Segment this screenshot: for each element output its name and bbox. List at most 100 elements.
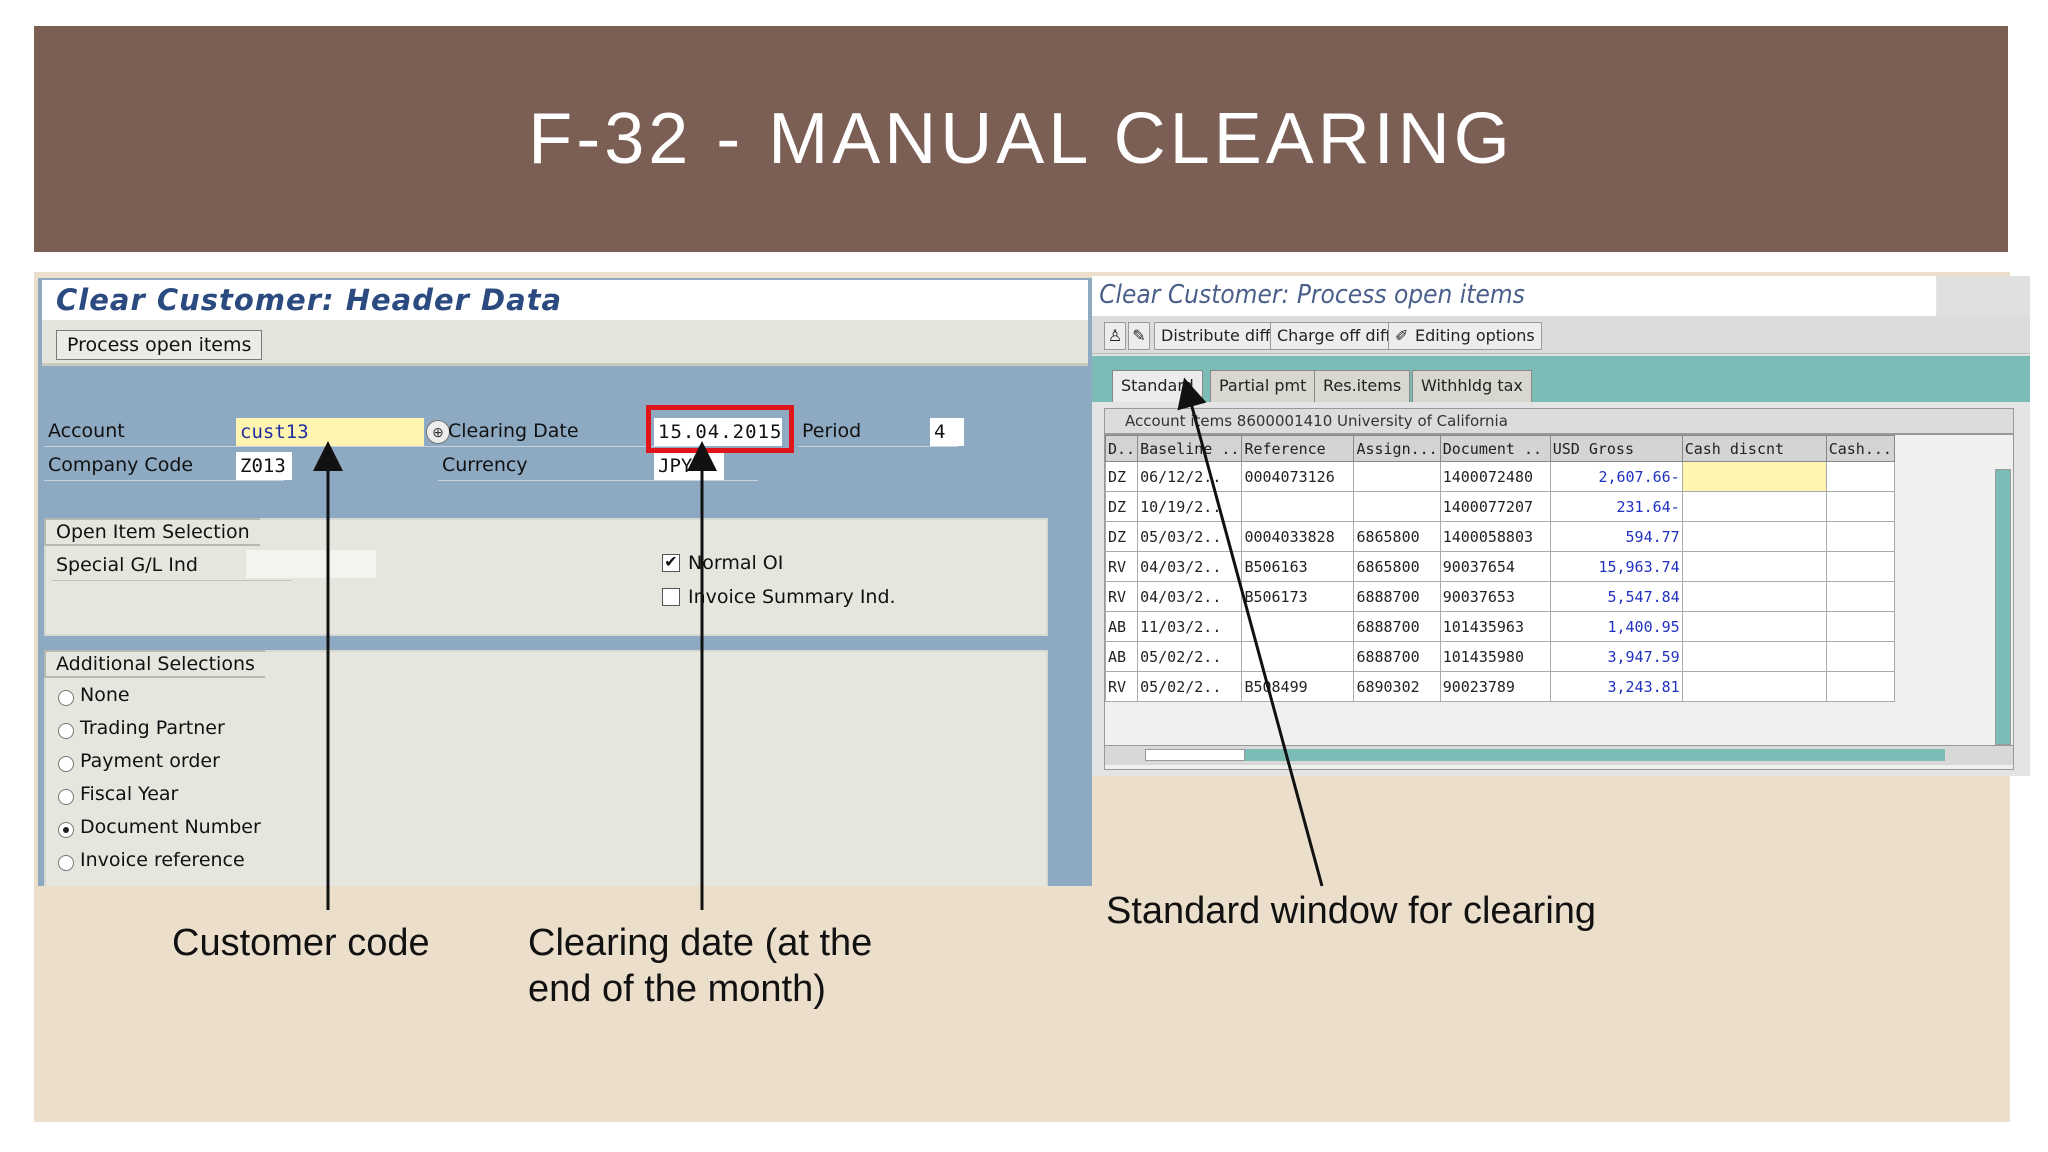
currency-field[interactable]: JPY	[654, 452, 724, 480]
table-cell[interactable]: RV	[1104, 671, 1139, 702]
table-cell[interactable]	[1681, 581, 1827, 612]
table-cell[interactable]: 05/02/2..	[1137, 671, 1243, 702]
col-header[interactable]: Reference	[1241, 435, 1355, 462]
table-cell[interactable]: 3,243.81	[1549, 671, 1683, 702]
tab-res-items[interactable]: Res.items	[1314, 370, 1411, 402]
table-cell[interactable]	[1241, 641, 1355, 672]
edit-document-icon[interactable]: ✎	[1128, 322, 1150, 350]
table-cell[interactable]	[1681, 551, 1827, 582]
radio-trading-partner[interactable]	[58, 723, 74, 739]
account-field[interactable]: cust13	[236, 418, 424, 446]
table-cell[interactable]	[1825, 551, 1895, 582]
table-cell[interactable]: 1400077207	[1439, 491, 1551, 522]
table-cell[interactable]: 6888700	[1353, 641, 1441, 672]
table-cell[interactable]	[1681, 521, 1827, 552]
company-code-field[interactable]: Z013	[236, 452, 292, 480]
table-cell[interactable]	[1681, 641, 1827, 672]
table-cell[interactable]: 1400072480	[1439, 461, 1551, 492]
table-cell[interactable]: 90037654	[1439, 551, 1551, 582]
table-row[interactable]: RV 05/02/2.. B508499 6890302 90023789 3,243.8…	[1104, 671, 1895, 702]
tab-partial-pmt[interactable]: Partial pmt	[1210, 370, 1316, 402]
col-header[interactable]: Cash discnt	[1681, 435, 1827, 462]
table-cell[interactable]	[1825, 461, 1895, 492]
table-row[interactable]: RV 04/03/2.. B506173 6888700 90037653 5,547.8…	[1104, 581, 1895, 612]
table-cell[interactable]	[1241, 611, 1355, 642]
table-cell[interactable]: 231.64-	[1549, 491, 1683, 522]
table-cell[interactable]	[1681, 491, 1827, 522]
radio-document-number[interactable]	[58, 822, 74, 838]
table-cell[interactable]: AB	[1104, 611, 1139, 642]
radio-fiscal-year[interactable]	[58, 789, 74, 805]
table-cell[interactable]: 6865800	[1353, 521, 1441, 552]
table-cell[interactable]	[1681, 611, 1827, 642]
col-header[interactable]: Assign...	[1353, 435, 1441, 462]
table-cell[interactable]: 11/03/2..	[1137, 611, 1243, 642]
table-cell[interactable]: 6890302	[1353, 671, 1441, 702]
process-open-items-button[interactable]: Process open items	[56, 330, 263, 360]
table-cell[interactable]: RV	[1104, 581, 1139, 612]
invoice-summary-checkbox[interactable]	[662, 588, 680, 606]
table-cell[interactable]: 90023789	[1439, 671, 1551, 702]
table-cell[interactable]: 6888700	[1353, 581, 1441, 612]
tab-withhldg-tax[interactable]: Withhldg tax	[1412, 370, 1532, 402]
table-cell[interactable]: 2,607.66-	[1549, 461, 1683, 492]
table-cell[interactable]: 06/12/2..	[1137, 461, 1243, 492]
table-row[interactable]: RV 04/03/2.. B506163 6865800 90037654 15,963.…	[1104, 551, 1895, 582]
col-header[interactable]: Baseline ..	[1137, 435, 1243, 462]
table-cell[interactable]	[1825, 581, 1895, 612]
table-cell[interactable]: 10/19/2..	[1137, 491, 1243, 522]
distribute-diff-button[interactable]: Distribute diff.	[1154, 322, 1283, 350]
table-row[interactable]: DZ 10/19/2.. 1400077207 231.64-	[1104, 491, 1895, 522]
table-cell[interactable]: AB	[1104, 641, 1139, 672]
table-cell[interactable]	[1825, 671, 1895, 702]
person-icon[interactable]: ♙	[1104, 322, 1126, 350]
table-cell[interactable]	[1353, 461, 1441, 492]
table-cell[interactable]: 04/03/2..	[1137, 551, 1243, 582]
matchcode-icon[interactable]: ⊕	[426, 420, 450, 444]
table-cell[interactable]	[1825, 491, 1895, 522]
radio-payment-order[interactable]	[58, 756, 74, 772]
table-cell[interactable]	[1825, 521, 1895, 552]
table-cell[interactable]: 101435963	[1439, 611, 1551, 642]
table-cell[interactable]	[1353, 491, 1441, 522]
table-cell[interactable]: 05/03/2..	[1137, 521, 1243, 552]
table-cell[interactable]	[1825, 611, 1895, 642]
table-cell[interactable]	[1681, 461, 1827, 492]
table-cell[interactable]: 0004073126	[1241, 461, 1355, 492]
table-cell[interactable]: DZ	[1104, 521, 1139, 552]
table-cell[interactable]: 90037653	[1439, 581, 1551, 612]
table-cell[interactable]: 5,547.84	[1549, 581, 1683, 612]
table-cell[interactable]: 04/03/2..	[1137, 581, 1243, 612]
radio-invoice-reference[interactable]	[58, 855, 74, 871]
table-cell[interactable]: B506173	[1241, 581, 1355, 612]
table-row[interactable]: AB 11/03/2.. 6888700 101435963 1,400.95	[1104, 611, 1895, 642]
table-cell[interactable]: RV	[1104, 551, 1139, 582]
vertical-scrollbar[interactable]	[1995, 469, 2011, 745]
scroll-thumb[interactable]	[1145, 749, 1245, 761]
table-cell[interactable]	[1825, 641, 1895, 672]
table-cell[interactable]	[1681, 671, 1827, 702]
table-cell[interactable]: 594.77	[1549, 521, 1683, 552]
charge-off-diff-button[interactable]: Charge off diff.	[1270, 322, 1404, 350]
table-cell[interactable]: DZ	[1104, 461, 1139, 492]
table-cell[interactable]: 6888700	[1353, 611, 1441, 642]
table-cell[interactable]: 15,963.74	[1549, 551, 1683, 582]
table-cell[interactable]: 3,947.59	[1549, 641, 1683, 672]
col-header[interactable]: D..	[1104, 435, 1139, 462]
table-cell[interactable]: B508499	[1241, 671, 1355, 702]
normal-oi-checkbox[interactable]: ✔	[662, 554, 680, 572]
editing-options-button[interactable]: ✐ Editing options	[1388, 322, 1542, 350]
table-cell[interactable]	[1241, 491, 1355, 522]
table-row[interactable]: DZ 05/03/2.. 0004033828 6865800 1400058803 59…	[1104, 521, 1895, 552]
col-header[interactable]: USD Gross	[1549, 435, 1683, 462]
table-cell[interactable]: 6865800	[1353, 551, 1441, 582]
special-gl-field[interactable]	[246, 550, 376, 578]
table-cell[interactable]: 1400058803	[1439, 521, 1551, 552]
period-field[interactable]: 4	[930, 418, 964, 446]
table-cell[interactable]: B506163	[1241, 551, 1355, 582]
horizontal-scrollbar[interactable]	[1105, 745, 2013, 765]
table-cell[interactable]: DZ	[1104, 491, 1139, 522]
col-header[interactable]: Document ..	[1439, 435, 1551, 462]
tab-standard[interactable]: Standard	[1112, 370, 1203, 402]
table-row[interactable]: DZ 06/12/2.. 0004073126 1400072480 2,607.66-	[1104, 461, 1895, 492]
